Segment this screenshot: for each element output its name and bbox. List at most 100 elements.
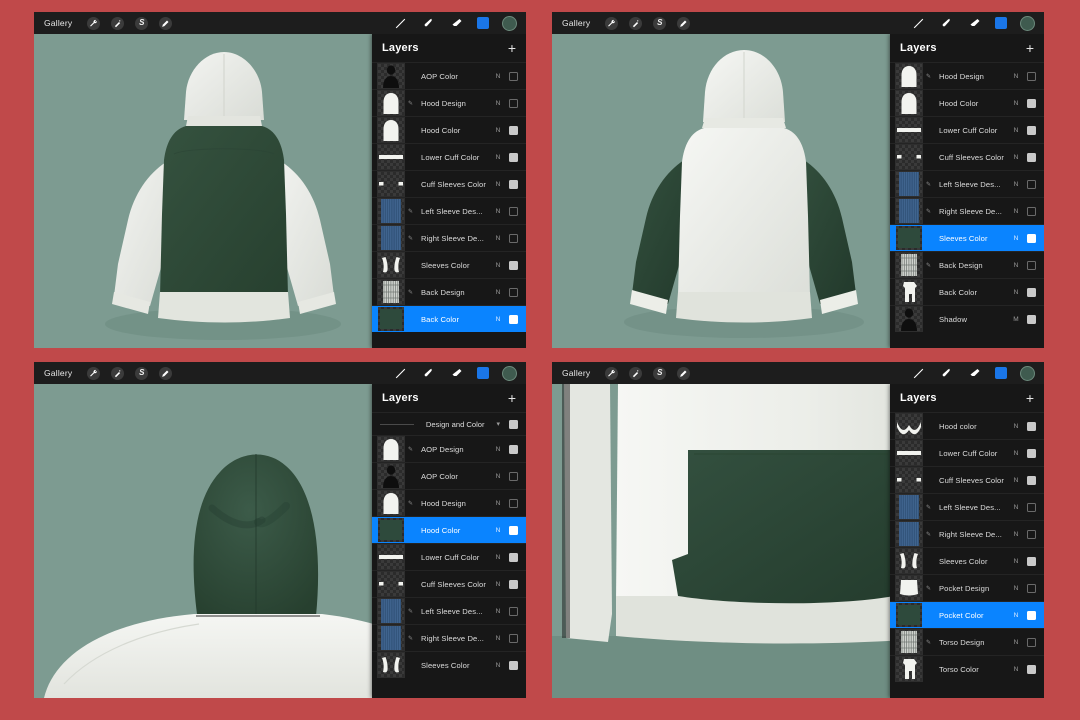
layer-blend-mode[interactable]: N: [1010, 639, 1022, 646]
layer-visibility-checkbox[interactable]: [1027, 664, 1036, 674]
layer-visibility-checkbox[interactable]: [509, 71, 518, 81]
chevron-down-icon[interactable]: ▾: [496, 420, 500, 428]
layer-visibility-checkbox[interactable]: [509, 314, 518, 324]
layer-row[interactable]: ✎ Left Sleeve Des... N: [890, 493, 1044, 520]
eraser-icon[interactable]: [967, 16, 982, 31]
layer-visibility-checkbox[interactable]: [1027, 502, 1036, 512]
layer-row[interactable]: Lower Cuff Color N: [372, 543, 526, 570]
wrench-icon[interactable]: [605, 366, 619, 380]
layer-visibility-checkbox[interactable]: [509, 98, 518, 108]
layer-row[interactable]: ✎ Right Sleeve De... N: [890, 520, 1044, 547]
layer-blend-mode[interactable]: N: [492, 446, 504, 453]
layer-visibility-checkbox[interactable]: [509, 498, 518, 508]
layer-visibility-checkbox[interactable]: [1027, 475, 1036, 485]
layer-row[interactable]: Hood color N: [890, 412, 1044, 439]
layer-row[interactable]: ✎ Right Sleeve De... N: [372, 624, 526, 651]
layer-row[interactable]: Cuff Sleeves Color N: [890, 143, 1044, 170]
layer-visibility-checkbox[interactable]: [1027, 529, 1036, 539]
magic-wand-icon[interactable]: [111, 16, 125, 30]
layer-visibility-checkbox[interactable]: [509, 444, 518, 454]
layer-visibility-checkbox[interactable]: [509, 152, 518, 162]
gallery-button[interactable]: Gallery: [558, 368, 590, 378]
layer-row[interactable]: ✎ Pocket Design N: [890, 574, 1044, 601]
layer-blend-mode[interactable]: N: [492, 662, 504, 669]
layer-visibility-checkbox[interactable]: [509, 471, 518, 481]
layer-visibility-checkbox[interactable]: [1027, 314, 1036, 324]
layer-row[interactable]: Sleeves Color N: [890, 547, 1044, 574]
layer-visibility-checkbox[interactable]: [1027, 152, 1036, 162]
layer-visibility-checkbox[interactable]: [1027, 233, 1036, 243]
layer-row[interactable]: ✎ Back Design N: [372, 278, 526, 305]
color-swatch-icon[interactable]: [1020, 365, 1035, 381]
layer-row[interactable]: ✎ Left Sleeve Des... N: [372, 597, 526, 624]
toolbar-4[interactable]: Gallery S: [552, 362, 1044, 384]
layer-row[interactable]: Sleeves Color N: [890, 224, 1044, 251]
layer-visibility-checkbox[interactable]: [1027, 71, 1036, 81]
add-layer-icon[interactable]: +: [508, 391, 516, 405]
layer-visibility-checkbox[interactable]: [509, 660, 518, 670]
transform-arrow-icon[interactable]: [677, 16, 691, 30]
layer-visibility-checkbox[interactable]: [1027, 421, 1036, 431]
layer-row[interactable]: Hood Color N: [890, 89, 1044, 116]
layer-row[interactable]: Back Color N: [372, 305, 526, 332]
brush-icon[interactable]: [911, 16, 926, 31]
layer-blend-mode[interactable]: N: [492, 100, 504, 107]
layer-blend-mode[interactable]: N: [1010, 181, 1022, 188]
gallery-button[interactable]: Gallery: [558, 18, 590, 28]
color-swatch-icon[interactable]: [1020, 15, 1035, 31]
layer-row[interactable]: ✎ Hood Design N: [372, 489, 526, 516]
layer-blend-mode[interactable]: N: [492, 608, 504, 615]
selection-s-icon[interactable]: S: [135, 366, 149, 380]
gallery-button[interactable]: Gallery: [40, 368, 72, 378]
layers-panel-1[interactable]: Layers + AOP Color N ✎ Hood Design N Hood Col…: [372, 34, 526, 348]
layer-visibility-checkbox[interactable]: [1027, 179, 1036, 189]
layer-visibility-checkbox[interactable]: [1027, 98, 1036, 108]
layer-visibility-checkbox[interactable]: [1027, 556, 1036, 566]
add-layer-icon[interactable]: +: [1026, 391, 1034, 405]
layer-blend-mode[interactable]: N: [1010, 262, 1022, 269]
layer-visibility-checkbox[interactable]: [509, 419, 518, 429]
brush-icon[interactable]: [911, 366, 926, 381]
layer-row[interactable]: ✎ Right Sleeve De... N: [890, 197, 1044, 224]
layer-blend-mode[interactable]: N: [1010, 100, 1022, 107]
layer-blend-mode[interactable]: N: [492, 581, 504, 588]
wrench-icon[interactable]: [87, 16, 101, 30]
color-swatch-icon[interactable]: [502, 365, 517, 381]
layer-blend-mode[interactable]: N: [492, 181, 504, 188]
brush-icon[interactable]: [393, 16, 408, 31]
layer-visibility-checkbox[interactable]: [509, 260, 518, 270]
layer-blend-mode[interactable]: N: [492, 635, 504, 642]
layer-row[interactable]: AOP Color N: [372, 62, 526, 89]
selection-s-icon[interactable]: S: [135, 16, 149, 30]
layer-visibility-checkbox[interactable]: [509, 525, 518, 535]
layer-blend-mode[interactable]: N: [492, 316, 504, 323]
layer-group-row[interactable]: Design and Color ▾: [372, 412, 526, 435]
transform-arrow-icon[interactable]: [677, 366, 691, 380]
layer-row[interactable]: Hood Color N: [372, 116, 526, 143]
add-layer-icon[interactable]: +: [1026, 41, 1034, 55]
layer-visibility-checkbox[interactable]: [1027, 125, 1036, 135]
layer-blend-mode[interactable]: N: [1010, 127, 1022, 134]
layer-visibility-checkbox[interactable]: [1027, 287, 1036, 297]
layer-blend-mode[interactable]: N: [492, 127, 504, 134]
layer-row[interactable]: Cuff Sleeves Color N: [372, 570, 526, 597]
layer-visibility-checkbox[interactable]: [509, 287, 518, 297]
layers-swatch-icon[interactable]: [477, 17, 489, 29]
layer-blend-mode[interactable]: N: [1010, 289, 1022, 296]
layer-row[interactable]: ✎ Left Sleeve Des... N: [890, 170, 1044, 197]
layer-blend-mode[interactable]: N: [492, 473, 504, 480]
layer-visibility-checkbox[interactable]: [1027, 206, 1036, 216]
smudge-icon[interactable]: [421, 16, 436, 31]
layer-visibility-checkbox[interactable]: [1027, 610, 1036, 620]
layer-blend-mode[interactable]: N: [492, 154, 504, 161]
layer-blend-mode[interactable]: N: [1010, 73, 1022, 80]
layer-visibility-checkbox[interactable]: [509, 179, 518, 189]
layer-blend-mode[interactable]: N: [1010, 612, 1022, 619]
layer-blend-mode[interactable]: N: [1010, 666, 1022, 673]
layer-row[interactable]: ✎ Torso Design N: [890, 628, 1044, 655]
layers-panel-4[interactable]: Layers + Hood color N Lower Cuff Color N Cuf…: [890, 384, 1044, 698]
layer-blend-mode[interactable]: N: [1010, 531, 1022, 538]
layer-visibility-checkbox[interactable]: [509, 606, 518, 616]
eraser-icon[interactable]: [449, 16, 464, 31]
transform-arrow-icon[interactable]: [159, 16, 173, 30]
